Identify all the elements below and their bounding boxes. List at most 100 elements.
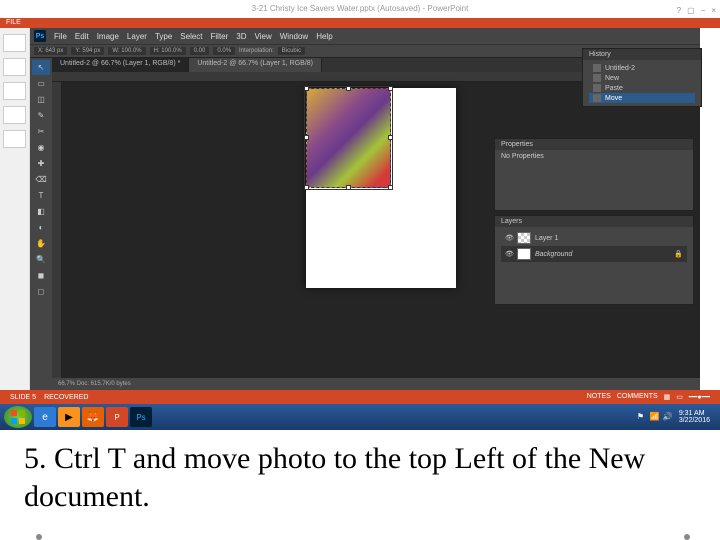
comments-button[interactable]: COMMENTS — [617, 393, 658, 401]
taskbar-photoshop-icon[interactable]: Ps — [130, 407, 152, 427]
layer-row[interactable]: 👁 Background 🔒 — [501, 246, 687, 262]
taskbar-firefox-icon[interactable]: 🦊 — [82, 407, 104, 427]
slide-caption: 5. Ctrl T and move photo to the top Left… — [24, 440, 696, 515]
view-slideshow-icon[interactable]: ▭ — [676, 393, 683, 401]
layers-panel[interactable]: Layers 👁 Layer 1 👁 Background 🔒 — [494, 215, 694, 305]
marquee-tool-icon[interactable]: ▭ — [32, 76, 50, 91]
option-x[interactable]: X: 643 px — [34, 47, 67, 55]
type-tool-icon[interactable]: T — [32, 188, 50, 203]
hand-tool-icon[interactable]: ✋ — [32, 236, 50, 251]
history-item[interactable]: Move — [589, 93, 695, 103]
brush-tool-icon[interactable]: ✎ — [32, 108, 50, 123]
transform-handle[interactable] — [304, 185, 309, 190]
history-panel-header[interactable]: History — [583, 49, 701, 60]
menu-window[interactable]: Window — [280, 32, 308, 41]
menu-type[interactable]: Type — [155, 32, 172, 41]
doc-tab-2[interactable]: Untitled-2 @ 66.7% (Layer 1, RGB/8) — [189, 58, 322, 72]
document-canvas[interactable] — [306, 88, 456, 288]
doc-icon — [593, 64, 601, 72]
photoshop-statusbar: 66.7% Doc: 615.7K/0 bytes — [52, 378, 700, 390]
properties-panel-header[interactable]: Properties — [495, 139, 693, 150]
gradient-tool-icon[interactable]: ◧ — [32, 204, 50, 219]
menu-3d[interactable]: 3D — [236, 32, 246, 41]
transform-handle[interactable] — [388, 185, 393, 190]
transform-handle[interactable] — [346, 185, 351, 190]
slide-thumbnail[interactable] — [3, 106, 26, 124]
history-item[interactable]: New — [589, 73, 695, 83]
option-h[interactable]: H: 100.0% — [150, 47, 186, 55]
option-interp[interactable]: 0.0% — [213, 47, 235, 55]
visibility-icon[interactable]: 👁 — [505, 234, 513, 242]
taskbar-ie-icon[interactable]: e — [34, 407, 56, 427]
properties-text: No Properties — [501, 153, 544, 160]
foreground-color-icon[interactable]: ◼ — [32, 268, 50, 283]
powerpoint-title: 3-21 Christy Ice Savers Water.pptx (Auto… — [252, 4, 469, 13]
menu-layer[interactable]: Layer — [127, 32, 147, 41]
tray-icons: ⚑ 📶 🔊 — [637, 412, 673, 422]
properties-empty — [495, 170, 693, 210]
transform-handle[interactable] — [304, 135, 309, 140]
option-w[interactable]: W: 100.0% — [108, 47, 145, 55]
menu-filter[interactable]: Filter — [211, 32, 229, 41]
lasso-tool-icon[interactable]: ✂ — [32, 124, 50, 139]
notes-button[interactable]: NOTES — [587, 393, 611, 401]
menu-help[interactable]: Help — [316, 32, 332, 41]
heal-tool-icon[interactable]: ✚ — [32, 156, 50, 171]
slide-thumbnail[interactable] — [3, 58, 26, 76]
zoom-tool-icon[interactable]: 🔍 — [32, 252, 50, 267]
taskbar-media-icon[interactable]: ▶ — [58, 407, 80, 427]
photoshop-window: Ps File Edit Image Layer Type Select Fil… — [30, 28, 700, 390]
windows-taskbar: e ▶ 🦊 P Ps ⚑ 📶 🔊 9:31 AM 3/22/2016 — [0, 404, 720, 430]
paste-icon — [593, 84, 601, 92]
menu-view[interactable]: View — [255, 32, 272, 41]
layer-thumbnail[interactable] — [517, 248, 531, 260]
menu-file[interactable]: File — [54, 32, 67, 41]
background-color-icon[interactable]: ◻ — [32, 284, 50, 299]
doc-tab-1[interactable]: Untitled-2 @ 66.7% (Layer 1, RGB/8) * — [52, 58, 189, 72]
slide-indicator[interactable]: SLIDE 5 — [10, 394, 36, 401]
slide-thumbnail[interactable] — [3, 34, 26, 52]
slide-thumbnail[interactable] — [3, 82, 26, 100]
layer-thumbnail[interactable] — [517, 232, 531, 244]
slide-thumbnail[interactable] — [3, 130, 26, 148]
menu-image[interactable]: Image — [97, 32, 119, 41]
tray-volume-icon[interactable]: 🔊 — [663, 412, 673, 422]
tray-network-icon[interactable]: 📶 — [650, 412, 660, 422]
option-angle[interactable]: 0.00 — [190, 47, 210, 55]
layers-panel-header[interactable]: Layers — [495, 216, 693, 227]
transform-handle[interactable] — [304, 86, 309, 91]
properties-panel[interactable]: Properties No Properties — [494, 138, 694, 211]
menu-select[interactable]: Select — [180, 32, 202, 41]
history-item[interactable]: Untitled-2 — [589, 63, 695, 73]
dodge-tool-icon[interactable]: ◐ — [32, 220, 50, 235]
crop-tool-icon[interactable]: ◫ — [32, 92, 50, 107]
menu-edit[interactable]: Edit — [75, 32, 89, 41]
transform-handle[interactable] — [388, 86, 393, 91]
transform-handle[interactable] — [388, 135, 393, 140]
history-panel-body: Untitled-2 New Paste Move — [583, 60, 701, 106]
layer-row[interactable]: 👁 Layer 1 — [501, 230, 687, 246]
clock[interactable]: 9:31 AM 3/22/2016 — [679, 410, 710, 424]
start-button[interactable] — [4, 406, 32, 428]
transform-handle[interactable] — [346, 86, 351, 91]
move-tool-icon[interactable]: ↖ — [32, 60, 50, 75]
option-y[interactable]: Y: 594 px — [71, 47, 104, 55]
eraser-tool-icon[interactable]: ⌫ — [32, 172, 50, 187]
photoshop-panels: History Untitled-2 New Paste Move Proper… — [494, 58, 694, 309]
history-panel[interactable]: History Untitled-2 New Paste Move — [582, 48, 702, 107]
recovered-indicator[interactable]: RECOVERED — [44, 394, 88, 401]
history-item[interactable]: Paste — [589, 83, 695, 93]
zoom-slider[interactable]: ━━●━━ — [689, 393, 710, 401]
view-normal-icon[interactable]: ▦ — [664, 393, 671, 401]
taskbar-powerpoint-icon[interactable]: P — [106, 407, 128, 427]
transformed-photo[interactable] — [306, 88, 391, 188]
tray-flag-icon[interactable]: ⚑ — [637, 412, 647, 422]
powerpoint-titlebar: 3-21 Christy Ice Savers Water.pptx (Auto… — [0, 0, 720, 18]
lock-icon: 🔒 — [674, 250, 683, 258]
photoshop-logo-icon: Ps — [34, 30, 46, 42]
powerpoint-file-tab[interactable]: FILE — [0, 18, 27, 27]
visibility-icon[interactable]: 👁 — [505, 250, 513, 258]
decorative-dot — [684, 534, 690, 540]
option-bicubic[interactable]: Bicubic — [278, 47, 305, 55]
eyedropper-tool-icon[interactable]: ◉ — [32, 140, 50, 155]
